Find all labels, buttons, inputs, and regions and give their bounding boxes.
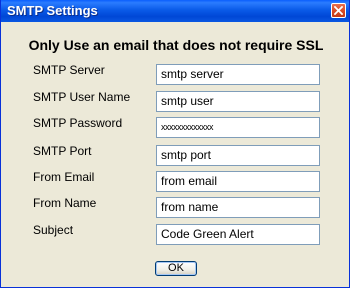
window-title: SMTP Settings (7, 3, 98, 18)
from-name-input[interactable]: from name (156, 197, 320, 218)
from-name-row: From Name from name (1, 195, 350, 218)
ok-button[interactable]: OK (155, 261, 197, 276)
close-icon (334, 6, 343, 15)
subject-label: Subject (33, 223, 74, 237)
subject-row: Subject Code Green Alert (1, 222, 350, 245)
smtp-port-input[interactable]: smtp port (156, 145, 320, 166)
from-email-label: From Email (33, 170, 95, 184)
smtp-server-label: SMTP Server (33, 63, 105, 77)
smtp-port-row: SMTP Port smtp port (1, 143, 350, 166)
smtp-port-label: SMTP Port (33, 144, 92, 158)
from-email-row: From Email from email (1, 169, 350, 192)
from-email-input[interactable]: from email (156, 171, 320, 192)
smtp-user-name-input[interactable]: smtp user (156, 91, 320, 112)
smtp-password-input[interactable]: xxxxxxxxxxxxx (156, 117, 320, 138)
from-name-label: From Name (33, 196, 97, 210)
smtp-server-row: SMTP Server smtp server (1, 62, 350, 85)
smtp-user-name-label: SMTP User Name (33, 90, 131, 104)
close-button[interactable] (331, 3, 346, 18)
ssl-warning-heading: Only Use an email that does not require … (28, 37, 324, 53)
smtp-password-row: SMTP Password xxxxxxxxxxxxx (1, 115, 350, 138)
title-bar[interactable]: SMTP Settings (1, 0, 349, 22)
smtp-user-name-row: SMTP User Name smtp user (1, 89, 350, 112)
smtp-settings-dialog: SMTP Settings Only Use an email that doe… (0, 0, 350, 288)
subject-input[interactable]: Code Green Alert (156, 224, 320, 245)
smtp-password-label: SMTP Password (33, 116, 123, 130)
smtp-server-input[interactable]: smtp server (156, 64, 320, 85)
